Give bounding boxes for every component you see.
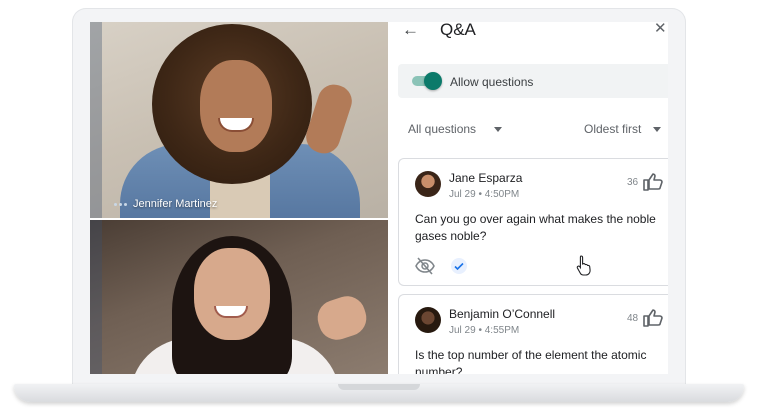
video-edge-strip [90,22,102,218]
question-author: Jane Esparza [449,171,523,185]
participant-hand [312,291,372,345]
chevron-down-icon [653,126,662,132]
chevron-down-icon [494,126,503,132]
question-timestamp: Jul 29 • 4:55PM [449,325,520,336]
question-card: Jane Esparza Jul 29 • 4:50PM 36 Can you … [398,158,668,286]
question-filter-dropdown[interactable]: All questions [408,122,503,136]
audio-indicator-icon [114,202,127,206]
question-text: Can you go over again what makes the nob… [415,212,656,243]
video-grid: Jennifer Martinez [90,22,388,374]
sort-dropdown[interactable]: Oldest first [584,122,662,136]
video-tile-top[interactable]: Jennifer Martinez [90,22,388,218]
question-timestamp: Jul 29 • 4:50PM [449,189,520,200]
laptop-notch [338,384,420,390]
back-arrow-icon[interactable]: ← [402,22,419,38]
qa-header: ← Q&A ✕ [388,22,668,56]
participant-face [200,60,272,152]
filters-row: All questions Oldest first [388,118,668,138]
qa-title: Q&A [440,22,476,39]
participant-face [194,248,270,340]
question-filter-label: All questions [408,122,477,136]
upvote-count: 48 [627,313,639,324]
qa-panel: ← Q&A ✕ Allow questions All questions Ol… [388,22,668,374]
meeting-screen: Jennifer Martinez ← Q&A ✕ Allow question… [90,22,668,374]
video-edge-strip [90,220,102,374]
allow-questions-row[interactable]: Allow questions [398,64,668,98]
hide-icon[interactable] [415,257,435,275]
video-tile-bottom[interactable] [90,220,388,374]
close-icon[interactable]: ✕ [654,22,667,36]
check-icon[interactable] [451,258,467,274]
avatar [415,171,441,197]
thumbs-up-icon[interactable] [643,309,663,327]
toggle-icon[interactable] [424,72,442,90]
cursor-hand-icon [576,255,591,276]
participant-name: Jennifer Martinez [133,198,218,210]
avatar [415,307,441,333]
upvote-count: 36 [627,177,639,188]
question-card: Benjamin O’Connell Jul 29 • 4:55PM 48 Is… [398,294,668,374]
participant-name-label: Jennifer Martinez [114,198,217,210]
sort-label: Oldest first [584,122,642,136]
question-author: Benjamin O’Connell [449,307,556,321]
question-text: Is the top number of the element the ato… [415,348,647,374]
thumbs-up-icon[interactable] [643,173,663,191]
allow-questions-label: Allow questions [450,75,534,89]
